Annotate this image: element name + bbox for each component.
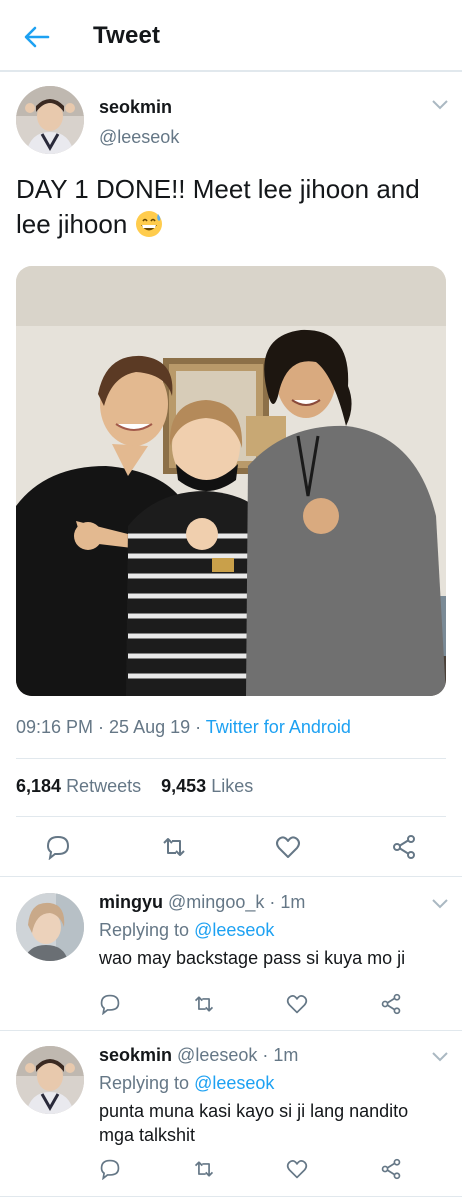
share-button[interactable] (380, 993, 402, 1015)
like-button[interactable] (286, 993, 308, 1015)
tweet-source-link[interactable]: Twitter for Android (206, 717, 351, 737)
replying-to-link[interactable]: @leeseok (194, 920, 274, 940)
retweet-button[interactable] (193, 1158, 215, 1180)
reply-button[interactable] (99, 1158, 121, 1180)
replying-to-link[interactable]: @leeseok (194, 1073, 274, 1093)
divider (0, 1196, 462, 1197)
replying-label: Replying to (99, 920, 195, 940)
tweet-text: DAY 1 DONE!! Meet lee jihoon and lee jih… (16, 172, 446, 242)
tweet-photo[interactable] (16, 266, 446, 696)
reply-author-name[interactable]: mingyu (99, 892, 163, 912)
chevron-down-icon[interactable] (431, 99, 449, 111)
heart-icon (276, 836, 300, 858)
retweet-icon (194, 1161, 214, 1177)
reply-text: punta muna kasi kayo si ji lang nandito … (99, 1101, 409, 1145)
avatar[interactable] (16, 86, 84, 154)
avatar[interactable] (16, 1046, 84, 1114)
retweet-icon (163, 838, 185, 856)
tweet-stats: 6,184 Retweets 9,453 Likes (16, 776, 253, 797)
reply-header: seokmin @leeseok · 1m (99, 1045, 298, 1066)
tweet-text-content: DAY 1 DONE!! Meet lee jihoon and lee jih… (16, 174, 420, 239)
share-icon (381, 1158, 401, 1180)
reply-author-name[interactable]: seokmin (99, 1045, 172, 1065)
replying-to: Replying to @leeseok (99, 1073, 274, 1094)
heart-icon (286, 995, 308, 1014)
reply-author-handle[interactable]: @leeseok · 1m (177, 1045, 298, 1065)
retweet-button[interactable] (161, 834, 187, 860)
retweet-button[interactable] (193, 993, 215, 1015)
reply-text: wao may backstage pass si kuya mo ji (99, 948, 406, 968)
tweet-timestamp: 09:16 PM · 25 Aug 19 · Twitter for Andro… (16, 717, 351, 738)
comment-icon (100, 1159, 120, 1180)
back-button[interactable] (22, 22, 52, 52)
reply-author-handle[interactable]: @mingoo_k · 1m (168, 892, 305, 912)
divider (0, 1030, 462, 1031)
top-bar: Tweet (0, 0, 462, 72)
grinning-sweat-emoji (135, 211, 162, 237)
share-icon (381, 993, 401, 1015)
retweets-count[interactable]: 6,184 (16, 776, 61, 796)
chevron-down-icon[interactable] (431, 898, 449, 910)
comment-icon (46, 835, 70, 860)
author-name[interactable]: seokmin (99, 97, 172, 118)
replying-to: Replying to @leeseok (99, 920, 274, 941)
avatar[interactable] (16, 893, 84, 961)
retweet-icon (194, 996, 214, 1012)
page-title: Tweet (93, 22, 161, 49)
arrow-left-icon (24, 26, 50, 48)
replying-label: Replying to (99, 1073, 195, 1093)
heart-icon (286, 1160, 308, 1179)
share-button[interactable] (380, 1158, 402, 1180)
like-button[interactable] (275, 834, 301, 860)
reply-button[interactable] (99, 993, 121, 1015)
tweet-time: 09:16 PM · 25 Aug 19 · (16, 717, 206, 737)
divider (0, 876, 462, 877)
divider (16, 758, 446, 759)
likes-label[interactable]: Likes (211, 776, 253, 796)
reply-button[interactable] (45, 834, 71, 860)
chevron-down-icon[interactable] (431, 1051, 449, 1063)
divider (16, 816, 446, 817)
comment-icon (100, 994, 120, 1015)
author-handle[interactable]: @leeseok (99, 127, 179, 148)
share-button[interactable] (391, 834, 417, 860)
reply-header: mingyu @mingoo_k · 1m (99, 892, 305, 913)
like-button[interactable] (286, 1158, 308, 1180)
share-icon (393, 835, 415, 859)
retweets-label[interactable]: Retweets (66, 776, 141, 796)
likes-count[interactable]: 9,453 (161, 776, 206, 796)
